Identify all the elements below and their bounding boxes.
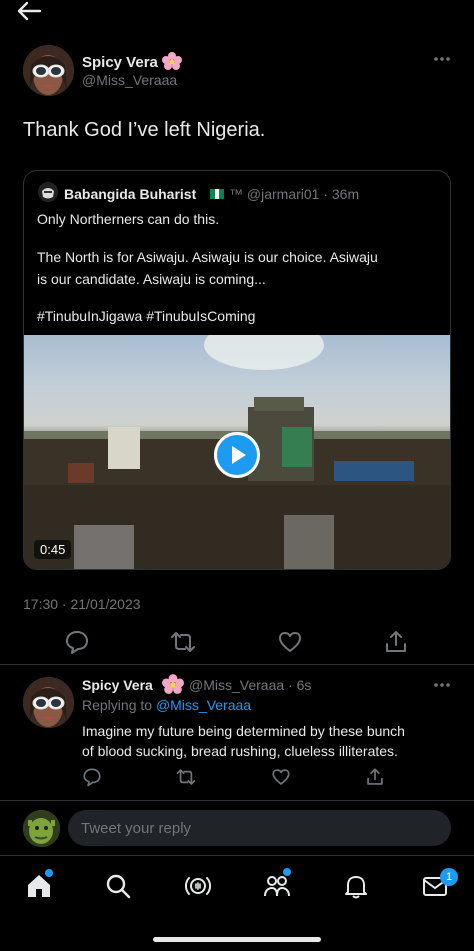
quoted-tweet-card[interactable]: Babangida Buharist ™ @jarmari01 · 36m On… xyxy=(23,170,451,570)
replying-to: Replying to @Miss_Veraaa xyxy=(82,697,251,713)
quoted-author-name: Babangida Buharist xyxy=(64,186,197,202)
cherry-blossom-icon xyxy=(162,52,183,74)
quoted-line: Only Northerners can do this. xyxy=(37,211,220,227)
tweet-timestamp: 17:30 · 21/01/2023 xyxy=(23,596,141,612)
divider xyxy=(0,800,474,801)
quoted-line: The North is for Asiwaju. Asiwaju is our… xyxy=(37,249,378,265)
communities-icon[interactable] xyxy=(263,872,291,900)
reply-text-line: of blood sucking, bread rushing, clueles… xyxy=(82,743,398,759)
search-icon[interactable] xyxy=(104,872,132,900)
share-icon[interactable] xyxy=(365,767,385,787)
quoted-line: is our candidate. Asiwaju is coming... xyxy=(37,271,266,287)
replying-to-handle[interactable]: @Miss_Veraaa xyxy=(156,697,251,713)
retweet-icon[interactable] xyxy=(170,629,196,655)
current-user-avatar[interactable] xyxy=(23,810,60,847)
quoted-meta: ™ @jarmari01 · 36m xyxy=(229,186,360,202)
video-duration: 0:45 xyxy=(34,540,72,559)
cherry-blossom-icon xyxy=(162,674,184,694)
video-player[interactable]: 0:45 xyxy=(24,335,450,569)
top-bar xyxy=(0,0,474,30)
heart-icon[interactable] xyxy=(271,767,291,787)
reply-compose-input[interactable]: Tweet your reply xyxy=(68,810,451,846)
author-handle[interactable]: @Miss_Veraaa xyxy=(82,72,177,88)
author-name[interactable]: Spicy Vera xyxy=(82,52,183,74)
more-horizontal-icon[interactable] xyxy=(432,52,452,66)
tweet-text: Thank God I’ve left Nigeria. xyxy=(23,119,266,141)
communities-unread-dot xyxy=(283,868,291,876)
nigeria-flag-icon xyxy=(210,189,224,199)
reply-text-line: Imagine my future being determined by th… xyxy=(82,723,405,739)
replying-to-label: Replying to xyxy=(82,697,153,713)
reply-icon[interactable] xyxy=(64,629,90,655)
retweet-icon[interactable] xyxy=(176,767,196,787)
reply-author-avatar[interactable] xyxy=(23,677,74,728)
messages-badge: 1 xyxy=(440,868,458,886)
author-name-text: Spicy Vera xyxy=(82,54,158,71)
home-indicator xyxy=(153,937,321,942)
reply-meta: @Miss_Veraaa · 6s xyxy=(189,677,312,693)
home-unread-dot xyxy=(45,869,53,877)
reply-icon[interactable] xyxy=(82,767,102,787)
play-button[interactable] xyxy=(214,432,260,478)
divider xyxy=(0,664,474,665)
reply-author-name[interactable]: Spicy Vera xyxy=(82,677,153,693)
bottom-nav: 1 xyxy=(0,855,474,951)
quoted-author-avatar xyxy=(38,182,58,202)
compose-placeholder: Tweet your reply xyxy=(81,820,192,837)
more-horizontal-icon[interactable] xyxy=(432,678,452,692)
author-avatar[interactable] xyxy=(23,45,74,96)
share-icon[interactable] xyxy=(383,629,409,655)
quoted-line: #TinubuInJigawa #TinubuIsComing xyxy=(37,308,256,324)
bell-icon[interactable] xyxy=(342,872,370,900)
spaces-icon[interactable] xyxy=(184,872,212,900)
back-arrow-icon[interactable] xyxy=(14,0,44,22)
play-icon xyxy=(232,446,246,464)
heart-icon[interactable] xyxy=(277,629,303,655)
